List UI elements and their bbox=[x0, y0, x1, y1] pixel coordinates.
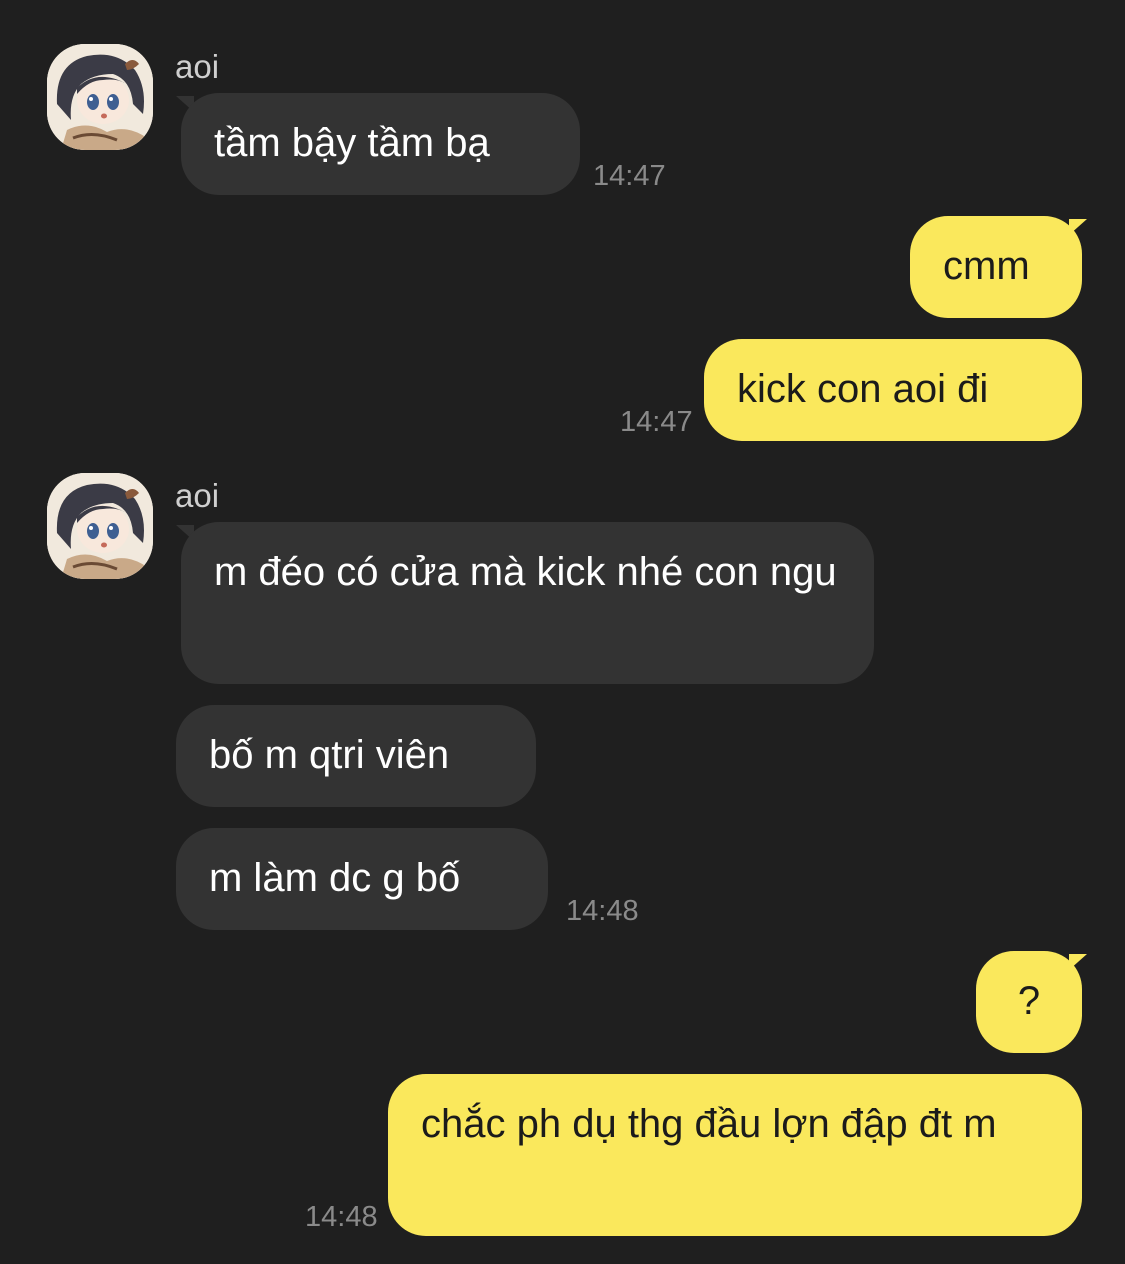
message-bubble[interactable]: bố m qtri viên bbox=[176, 705, 536, 807]
message-time: 14:48 bbox=[566, 895, 639, 927]
avatar[interactable] bbox=[47, 473, 153, 579]
sender-name: aoi bbox=[175, 48, 220, 85]
message-bubble[interactable]: cmm bbox=[910, 216, 1082, 318]
message-bubble[interactable]: kick con aoi đi bbox=[704, 339, 1082, 441]
message-time: 14:48 bbox=[305, 1201, 378, 1233]
sender-name: aoi bbox=[175, 477, 220, 514]
message-bubble[interactable]: tầm bậy tầm bạ bbox=[181, 93, 580, 195]
message-bubble[interactable]: m đéo có cửa mà kick nhé con ngu bbox=[181, 522, 874, 684]
message-bubble[interactable]: m làm dc g bố bbox=[176, 828, 548, 930]
message-bubble[interactable]: ? bbox=[976, 951, 1082, 1053]
message-time: 14:47 bbox=[620, 406, 693, 438]
avatar[interactable] bbox=[47, 44, 153, 150]
message-bubble[interactable]: chắc ph dụ thg đầu lợn đập đt m bbox=[388, 1074, 1082, 1236]
message-time: 14:47 bbox=[593, 160, 666, 192]
